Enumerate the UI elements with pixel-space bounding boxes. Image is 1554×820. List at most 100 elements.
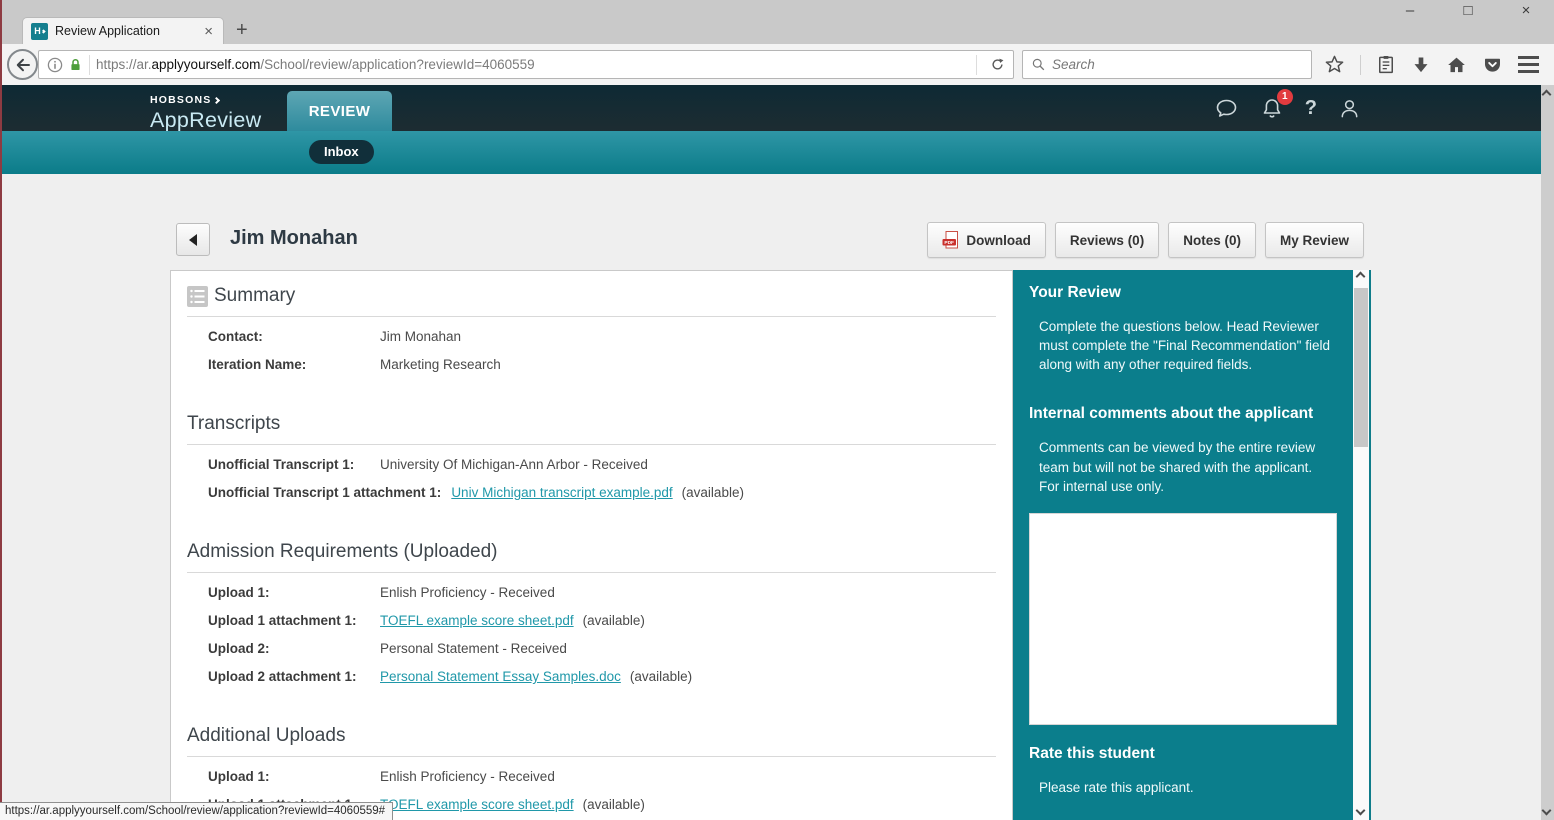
upload-attachment-link[interactable]: TOEFL example score sheet.pdf <box>380 613 574 628</box>
your-review-panel: Your Review Complete the questions below… <box>1013 270 1353 820</box>
summary-row-iteration: Iteration Name: Marketing Research <box>208 351 996 379</box>
tab-close-icon[interactable]: × <box>202 23 215 40</box>
minimize-icon[interactable]: – <box>1396 2 1424 19</box>
scroll-up-icon[interactable] <box>1542 90 1552 100</box>
upload-row: Upload 2: Personal Statement - Received <box>208 635 996 663</box>
notes-button[interactable]: Notes (0) <box>1168 222 1256 258</box>
browser-scrollbar[interactable] <box>1541 85 1554 820</box>
tab-title: Review Application <box>55 24 202 38</box>
row-label: Unofficial Transcript 1 attachment 1: <box>208 484 451 502</box>
new-tab-button[interactable]: + <box>236 20 248 40</box>
applicant-back-button[interactable] <box>176 223 210 256</box>
upload-attachment-link[interactable]: Personal Statement Essay Samples.doc <box>380 669 621 684</box>
info-icon[interactable] <box>47 57 63 73</box>
page-content: Jim Monahan PDF Download Reviews (0) Not… <box>0 174 1541 820</box>
section-divider <box>187 756 996 757</box>
hobsons-appreview-logo: HOBSONS AppReview <box>150 90 261 133</box>
url-text[interactable]: https://ar.applyyourself.com/School/revi… <box>96 57 970 72</box>
account-button[interactable] <box>1338 97 1361 120</box>
maximize-icon[interactable]: □ <box>1454 2 1482 19</box>
my-review-button[interactable]: My Review <box>1265 222 1364 258</box>
section-title: Summary <box>214 285 295 307</box>
transcript-row: Unofficial Transcript 1: University Of M… <box>208 451 996 479</box>
reviews-label: Reviews (0) <box>1070 233 1144 248</box>
section-admission-requirements: Admission Requirements (Uploaded) Upload… <box>187 541 996 691</box>
upload-attachment-row: Upload 1 attachment 1: TOEFL example sco… <box>208 607 996 635</box>
site-favicon-icon: H <box>31 23 48 40</box>
row-value: Enlish Proficiency - Received <box>380 768 555 786</box>
rate-student-note: Please rate this applicant. <box>1039 780 1337 795</box>
panel-scrollbar[interactable] <box>1353 270 1371 820</box>
scroll-up-icon[interactable] <box>1356 272 1366 282</box>
summary-row-contact: Contact: Jim Monahan <box>208 323 996 351</box>
scroll-down-icon[interactable] <box>1542 806 1552 816</box>
reload-button[interactable] <box>983 57 1013 72</box>
url-path: /School/review/application?reviewId=4060… <box>260 57 534 72</box>
transcript-attachment-link[interactable]: Univ Michigan transcript example.pdf <box>451 485 672 500</box>
row-label: Upload 1 attachment 1: <box>208 612 380 630</box>
header-icons: 1 ? <box>1214 85 1361 131</box>
pocket-icon[interactable] <box>1482 55 1503 75</box>
downloads-icon[interactable] <box>1411 55 1431 75</box>
row-label: Upload 1: <box>208 584 380 602</box>
row-label: Upload 2 attachment 1: <box>208 668 380 686</box>
scrollbar-thumb[interactable] <box>1354 288 1368 447</box>
bookmark-star-icon[interactable] <box>1324 54 1345 75</box>
my-review-label: My Review <box>1280 233 1349 248</box>
menu-icon[interactable] <box>1518 56 1539 73</box>
section-title: Additional Uploads <box>187 725 345 747</box>
reload-icon <box>990 57 1005 72</box>
availability-note: (available) <box>630 669 692 684</box>
upload-row: Upload 1: Enlish Proficiency - Received <box>208 579 996 607</box>
urlbar-divider <box>65 55 66 75</box>
row-value: Marketing Research <box>380 356 501 374</box>
review-panel-title: Your Review <box>1029 284 1337 302</box>
window-border <box>0 0 2 820</box>
row-label: Unofficial Transcript 1: <box>208 456 380 474</box>
sub-navigation: Inbox <box>0 131 1541 174</box>
section-divider <box>187 572 996 573</box>
rate-student-title: Rate this student <box>1029 745 1337 763</box>
url-bar[interactable]: https://ar.applyyourself.com/School/revi… <box>38 50 1014 79</box>
secure-lock-icon[interactable] <box>68 57 83 73</box>
url-scheme: https://ar. <box>96 57 152 72</box>
user-icon <box>1338 97 1361 120</box>
internal-comments-textarea[interactable] <box>1029 513 1337 725</box>
chat-bubble-icon <box>1214 96 1239 120</box>
titlebar: H Review Application × + – □ × <box>0 0 1554 44</box>
browser-tab[interactable]: H Review Application × <box>22 17 224 44</box>
notification-badge: 1 <box>1277 89 1293 105</box>
nav-tab-review[interactable]: REVIEW <box>287 91 392 131</box>
brand-appreview: AppReview <box>150 108 261 133</box>
window-controls: – □ × <box>1396 2 1540 19</box>
search-box[interactable] <box>1022 50 1312 79</box>
row-label: Contact: <box>208 328 380 346</box>
transcript-attachment-row: Unofficial Transcript 1 attachment 1: Un… <box>208 479 996 507</box>
urlbar-divider <box>976 55 977 75</box>
row-value: Personal Statement - Received <box>380 640 567 658</box>
reading-list-icon[interactable] <box>1376 54 1396 75</box>
notifications-button[interactable]: 1 <box>1260 96 1284 121</box>
internal-comments-title: Internal comments about the applicant <box>1029 405 1337 423</box>
back-button[interactable] <box>7 49 38 80</box>
download-button[interactable]: PDF Download <box>927 222 1046 258</box>
applicant-name: Jim Monahan <box>230 227 358 250</box>
nav-inbox-button[interactable]: Inbox <box>309 140 374 164</box>
reviews-button[interactable]: Reviews (0) <box>1055 222 1159 258</box>
scroll-down-icon[interactable] <box>1356 806 1366 816</box>
review-instructions: Complete the questions below. Head Revie… <box>1039 317 1333 374</box>
action-buttons: PDF Download Reviews (0) Notes (0) My Re… <box>927 222 1364 258</box>
messages-button[interactable] <box>1214 96 1239 120</box>
close-icon[interactable]: × <box>1512 2 1540 19</box>
download-label: Download <box>966 233 1031 248</box>
upload-attachment-row: Upload 2 attachment 1: Personal Statemen… <box>208 663 996 691</box>
status-bar-link: https://ar.applyyourself.com/School/revi… <box>0 802 393 820</box>
urlbar-divider <box>89 55 90 75</box>
brand-chevron-icon <box>212 97 219 104</box>
search-input[interactable] <box>1052 57 1303 72</box>
home-icon[interactable] <box>1446 55 1467 75</box>
upload-attachment-link[interactable]: TOEFL example score sheet.pdf <box>380 797 574 812</box>
row-value: University Of Michigan-Ann Arbor - Recei… <box>380 456 648 474</box>
svg-text:PDF: PDF <box>945 240 955 246</box>
help-button[interactable]: ? <box>1305 97 1317 120</box>
